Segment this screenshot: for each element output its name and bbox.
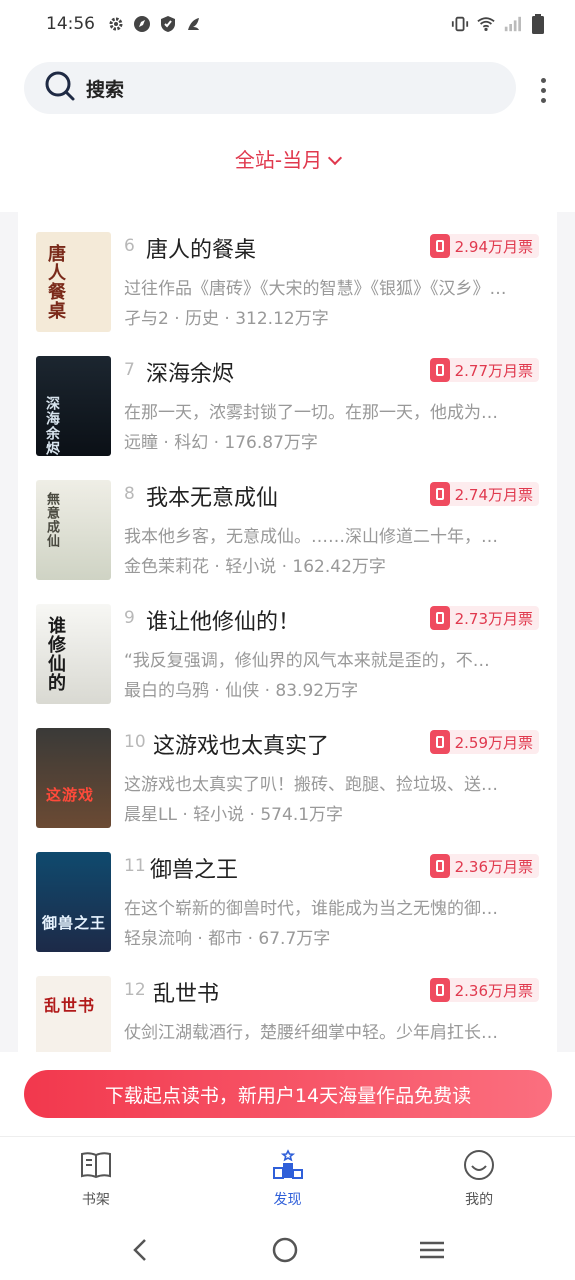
book-cover: 谁修仙的 [36, 604, 111, 704]
ticket-icon [429, 978, 450, 1002]
book-cover: 唐人餐桌 [36, 232, 111, 332]
book-meta: 最白的乌鸦 · 仙侠 · 83.92万字 [124, 681, 359, 701]
list-item[interactable]: 無意成仙 8 我本无意成仙 2.74万月票 我本他乡客，无意成仙。……深山修道二… [18, 470, 557, 594]
book-meta: 孑与2 · 历史 · 312.12万字 [124, 309, 329, 329]
ticket-icon [429, 358, 450, 382]
search-icon [44, 70, 76, 106]
rank-number: 6 [124, 236, 135, 256]
battery-icon [529, 14, 547, 34]
book-description: 仗剑江湖载酒行，楚腰纤细掌中轻。少年肩扛长… [124, 1023, 498, 1043]
book-cover: 無意成仙 [36, 480, 111, 580]
nav-tab-discover[interactable]: 发现 [192, 1137, 384, 1224]
back-icon[interactable] [129, 1236, 153, 1268]
book-title[interactable]: 我本无意成仙 [146, 480, 278, 512]
recents-icon[interactable] [418, 1236, 446, 1268]
period-filter-label: 全站-当月 [234, 148, 323, 172]
list-item[interactable]: 深海余烬 7 深海余烬 2.77万月票 在那一天，浓雾封锁了一切。在那一天，他成… [18, 346, 557, 470]
book-description: 过往作品《唐砖》《大宋的智慧》《银狐》《汉乡》… [124, 279, 507, 299]
book-cover: 这游戏 [36, 728, 111, 828]
search-bar[interactable]: 搜索 [24, 62, 516, 114]
rank-number: 9 [124, 608, 135, 628]
gear-icon [107, 15, 125, 33]
chevron-down-icon [328, 150, 343, 166]
nav-label: 我的 [465, 1192, 494, 1208]
list-item[interactable]: 唐人餐桌 6 唐人的餐桌 2.94万月票 过往作品《唐砖》《大宋的智慧》《银狐》… [18, 222, 557, 346]
list-item[interactable]: 这游戏 10 这游戏也太真实了 2.59万月票 这游戏也太真实了叭！搬砖、跑腿、… [18, 718, 557, 842]
book-meta: 远瞳 · 科幻 · 176.87万字 [124, 433, 318, 453]
book-meta: 晨星LL · 轻小说 · 574.1万字 [124, 805, 344, 825]
rank-number: 10 [124, 732, 146, 752]
status-bar: 14:56 [0, 0, 575, 48]
nav-tab-mine[interactable]: 我的 [383, 1137, 575, 1224]
ticket-icon [429, 482, 450, 506]
book-title[interactable]: 深海余烬 [146, 356, 234, 388]
monthly-votes-badge: 2.36万月票 [429, 978, 539, 1002]
book-title[interactable]: 谁让他修仙的！ [146, 604, 300, 636]
nav-tab-bookshelf[interactable]: 书架 [0, 1137, 192, 1224]
wifi-icon [477, 15, 495, 33]
ticket-icon [429, 606, 450, 630]
compass-icon [133, 15, 151, 33]
nav-label: 书架 [81, 1192, 110, 1208]
monthly-votes-badge: 2.59万月票 [429, 730, 539, 754]
book-cover: 深海余烬 [36, 356, 111, 456]
book-icon [79, 1149, 113, 1185]
book-meta: 金色茉莉花 · 轻小说 · 162.42万字 [124, 557, 386, 577]
header: 搜索 全站-当月 [0, 48, 575, 212]
home-icon[interactable] [271, 1236, 299, 1268]
book-title[interactable]: 唐人的餐桌 [146, 232, 256, 264]
rank-number: 8 [124, 484, 135, 504]
podium-icon [271, 1149, 305, 1185]
book-cover: 乱世书 [36, 976, 111, 1052]
rank-number: 7 [124, 360, 135, 380]
book-meta: 轻泉流响 · 都市 · 67.7万字 [124, 929, 331, 949]
search-label: 搜索 [86, 78, 125, 101]
ranking-card: 唐人餐桌 6 唐人的餐桌 2.94万月票 过往作品《唐砖》《大宋的智慧》《银狐》… [18, 212, 557, 1052]
book-description: “我反复强调，修仙界的风气本来就是歪的，不… [124, 651, 490, 671]
download-banner-area: 下载起点读书，新用户14天海量作品免费读 [0, 1052, 575, 1136]
book-cover: 御兽之王 [36, 852, 111, 952]
period-filter-dropdown[interactable]: 全站-当月 [0, 144, 575, 173]
monthly-votes-badge: 2.36万月票 [429, 854, 539, 878]
list-item[interactable]: 御兽之王 11 御兽之王 2.36万月票 在这个崭新的御兽时代，谁能成为当之无愧… [18, 842, 557, 966]
book-title[interactable]: 这游戏也太真实了 [153, 728, 329, 760]
book-title[interactable]: 乱世书 [153, 976, 219, 1008]
list-item[interactable]: 乱世书 12 乱世书 2.36万月票 仗剑江湖载酒行，楚腰纤细掌中轻。少年肩扛长… [18, 966, 557, 1052]
smiley-icon [462, 1149, 496, 1185]
nav-label: 发现 [273, 1192, 302, 1208]
ticket-icon [429, 234, 450, 258]
download-app-button[interactable]: 下载起点读书，新用户14天海量作品免费读 [24, 1070, 552, 1118]
ticket-icon [429, 730, 450, 754]
status-time: 14:56 [46, 14, 95, 34]
bird-icon [185, 15, 203, 33]
monthly-votes-badge: 2.74万月票 [429, 482, 539, 506]
vibrate-icon [451, 15, 469, 33]
system-nav-bar [0, 1224, 575, 1280]
bottom-nav: 书架 发现 我的 [0, 1136, 575, 1224]
monthly-votes-badge: 2.77万月票 [429, 358, 539, 382]
book-description: 在这个崭新的御兽时代，谁能成为当之无愧的御… [124, 899, 498, 919]
more-options-button[interactable] [533, 72, 553, 108]
ticket-icon [429, 854, 450, 878]
rank-number: 12 [124, 980, 146, 1000]
book-description: 这游戏也太真实了叭！搬砖、跑腿、捡垃圾、送… [124, 775, 498, 795]
rank-number: 11 [124, 856, 146, 876]
ranking-list[interactable]: 唐人餐桌 6 唐人的餐桌 2.94万月票 过往作品《唐砖》《大宋的智慧》《银狐》… [0, 212, 575, 1052]
book-description: 在那一天，浓雾封锁了一切。在那一天，他成为… [124, 403, 498, 423]
monthly-votes-badge: 2.73万月票 [429, 606, 539, 630]
book-description: 我本他乡客，无意成仙。……深山修道二十年，… [124, 527, 498, 547]
monthly-votes-badge: 2.94万月票 [429, 234, 539, 258]
list-item[interactable]: 谁修仙的 9 谁让他修仙的！ 2.73万月票 “我反复强调，修仙界的风气本来就是… [18, 594, 557, 718]
signal-icon [503, 15, 521, 33]
book-title[interactable]: 御兽之王 [150, 852, 238, 884]
shield-icon [159, 15, 177, 33]
